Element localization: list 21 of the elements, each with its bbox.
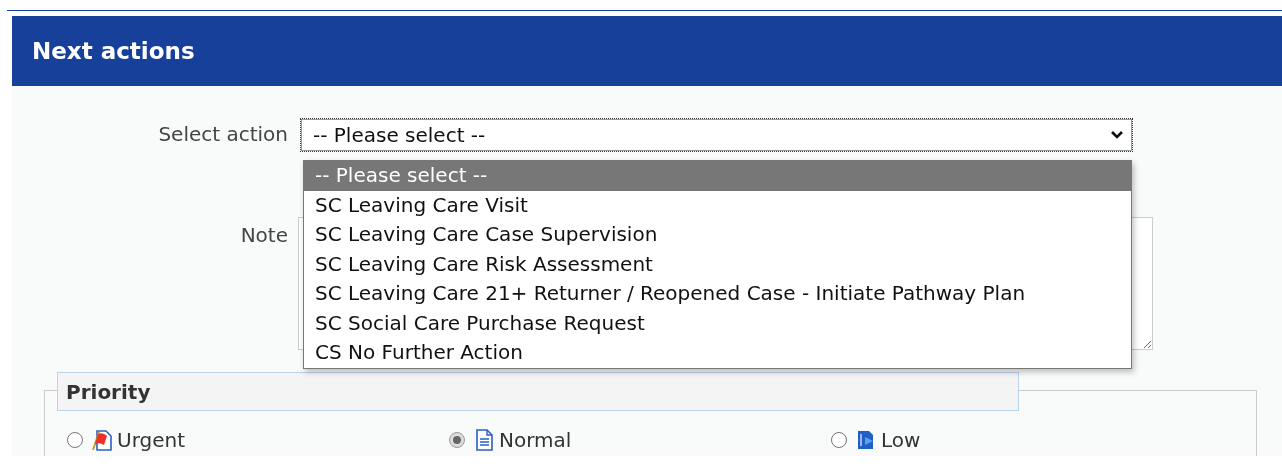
panel-title: Next actions — [32, 38, 195, 64]
radio-label: Low — [881, 428, 921, 452]
dropdown-option[interactable]: SC Leaving Care Case Supervision — [304, 220, 1131, 250]
radio-button[interactable] — [67, 432, 83, 448]
radio-label: Urgent — [117, 428, 186, 452]
dropdown-option[interactable]: SC Leaving Care Risk Assessment — [304, 249, 1131, 279]
dropdown-option[interactable]: CS No Further Action — [304, 338, 1131, 368]
flag-document-icon — [91, 429, 113, 451]
dropdown-option[interactable]: SC Social Care Purchase Request — [304, 308, 1131, 338]
priority-legend: Priority — [66, 379, 151, 404]
radio-label: Normal — [499, 428, 572, 452]
action-select[interactable]: -- Please select -- — [300, 118, 1133, 152]
field-label: Select action — [157, 121, 288, 146]
field-label: Note — [239, 222, 288, 247]
dropdown-option[interactable]: SC Leaving Care Visit — [304, 190, 1131, 220]
radio-button[interactable] — [831, 432, 847, 448]
document-icon — [473, 429, 495, 451]
chevron-down-icon — [1110, 130, 1124, 140]
radio-button[interactable] — [449, 432, 465, 448]
dropdown-option[interactable]: -- Please select -- — [304, 161, 1131, 191]
dropdown-option[interactable]: SC Leaving Care 21+ Returner / Reopened Case - Initiate Pathway Plan — [304, 279, 1131, 309]
